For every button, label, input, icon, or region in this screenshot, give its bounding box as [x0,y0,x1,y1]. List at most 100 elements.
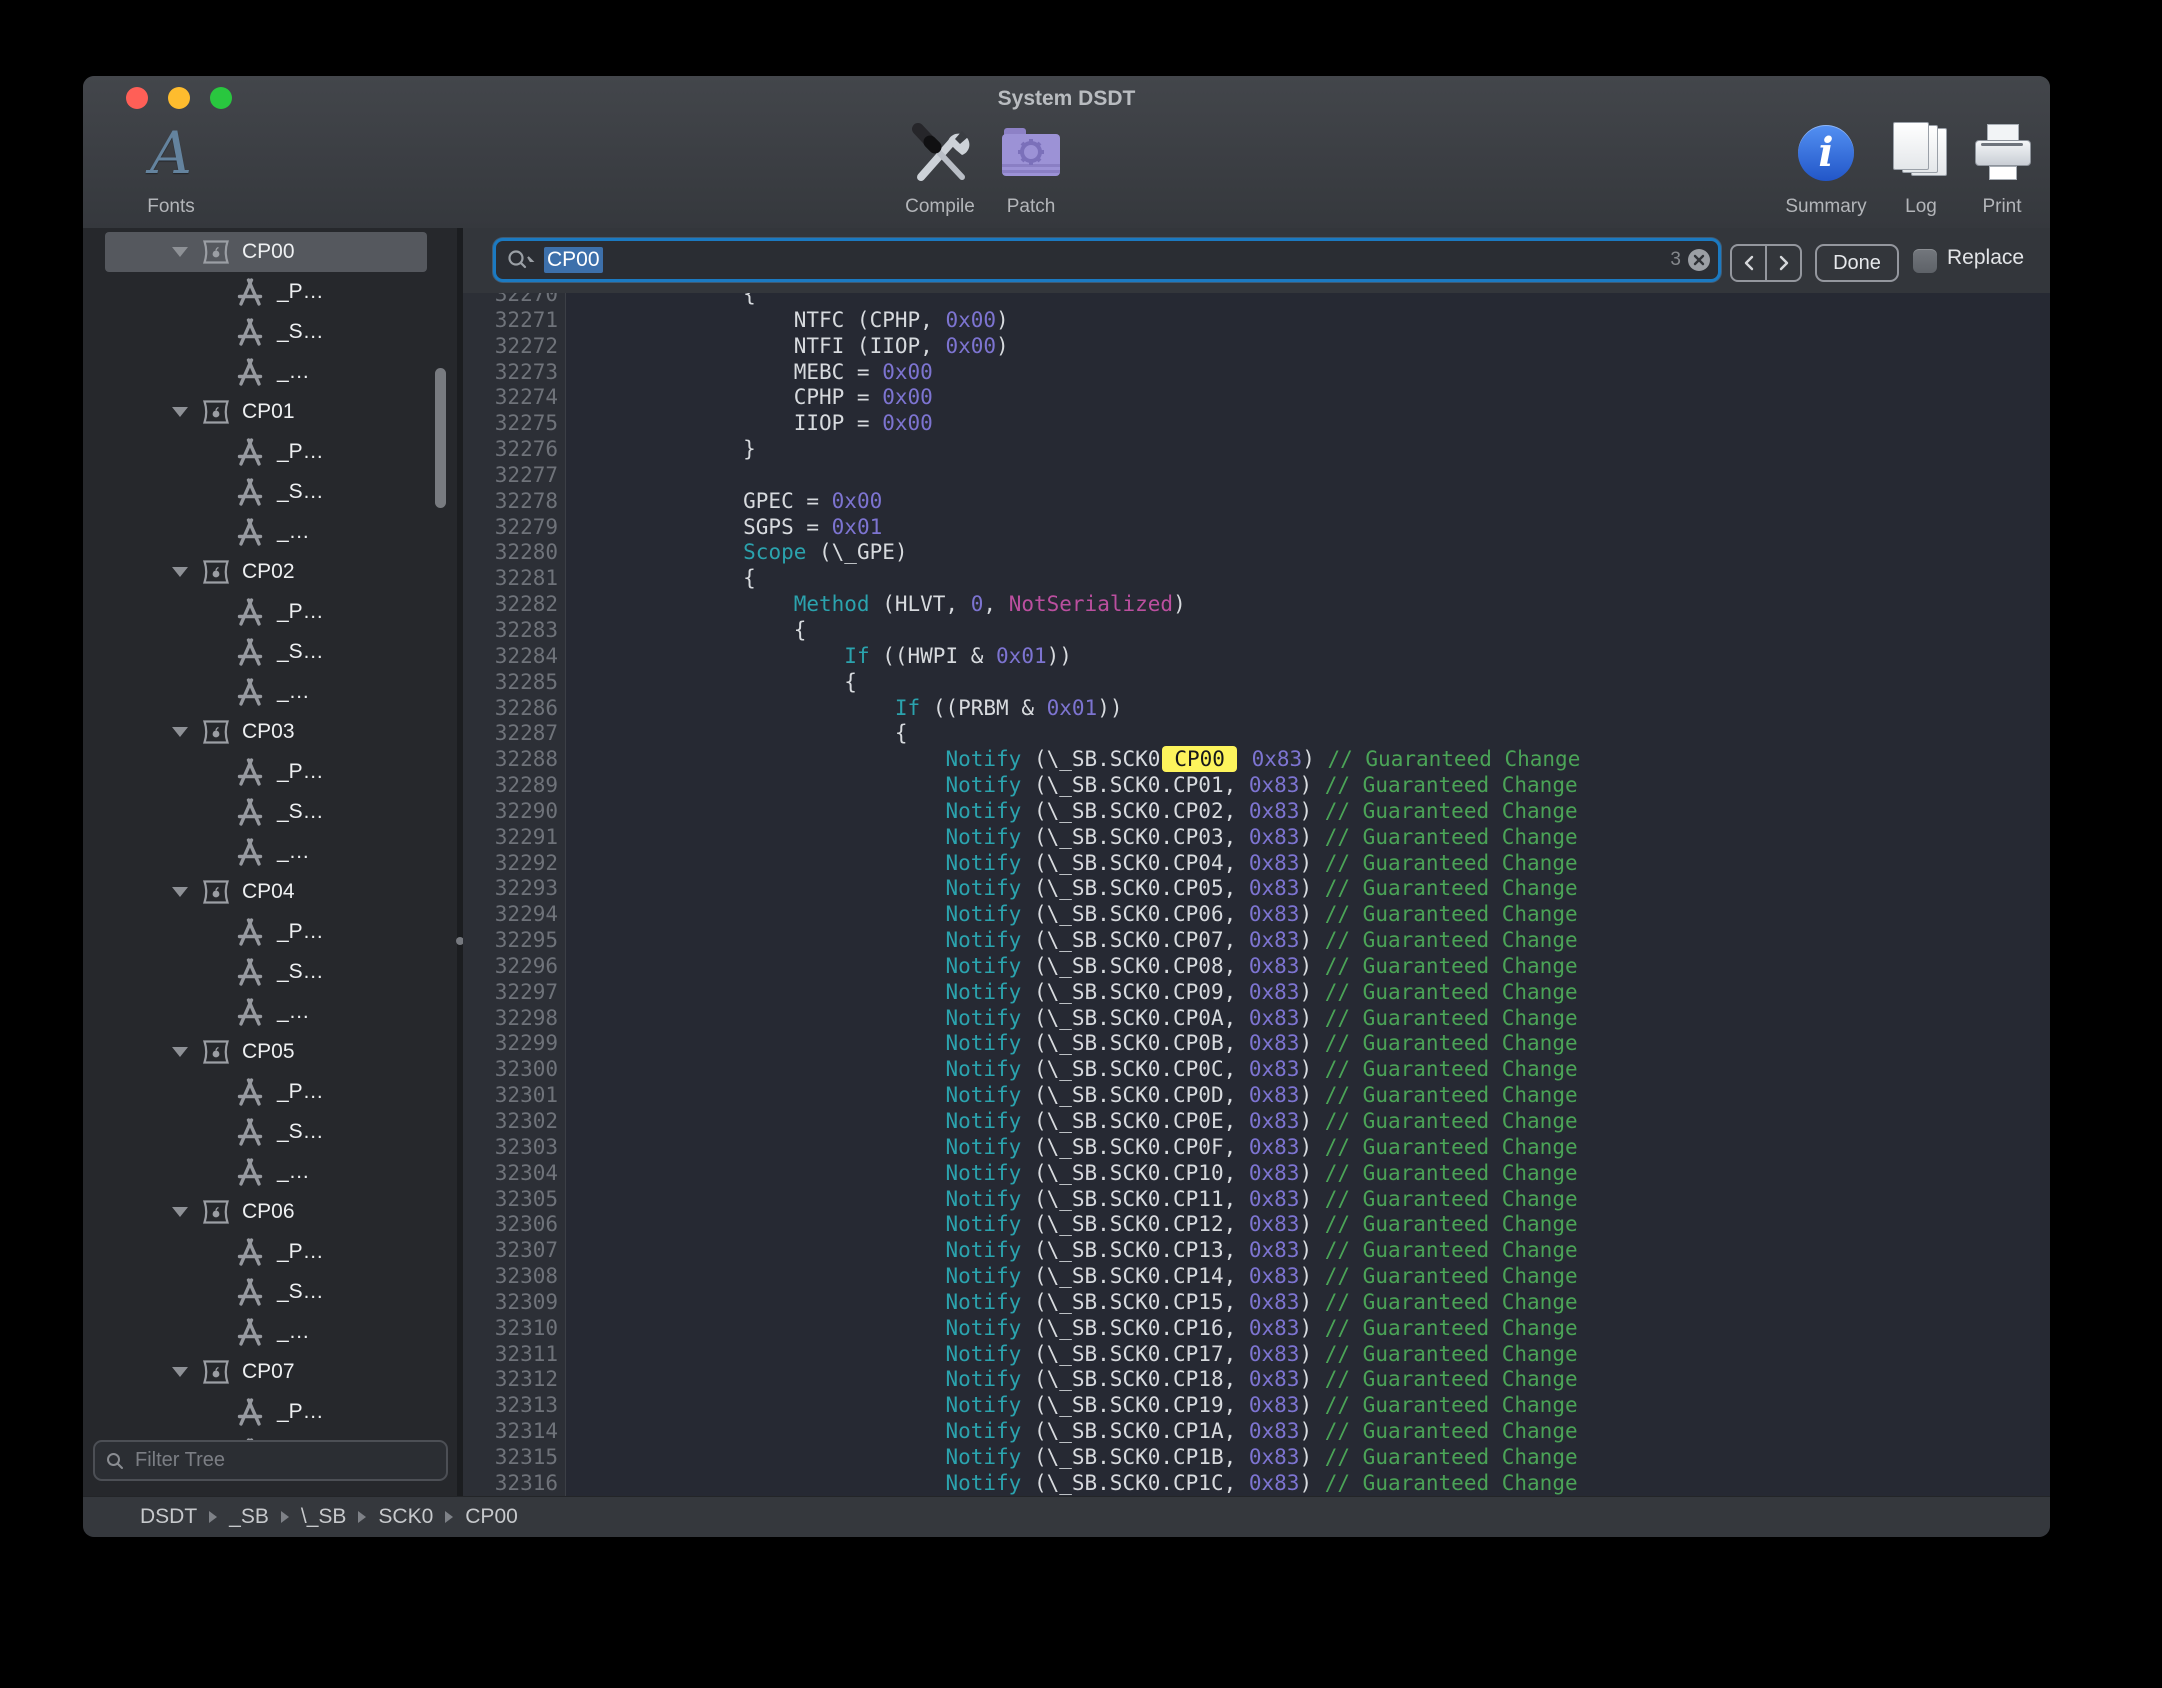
code-text: Notify (\_SB.SCK0.CP07, 0x83) // Guarant… [566,928,1578,954]
code-line: 32309 Notify (\_SB.SCK0.CP15, 0x83) // G… [463,1290,2050,1316]
find-query-text: CP00 [544,247,603,273]
disclosure-triangle-icon[interactable] [172,247,188,257]
breadcrumb-item[interactable]: _SB [229,1505,269,1529]
match-count: 3 [1670,249,1681,271]
device-icon [202,399,230,425]
sidebar-item-cp02[interactable]: CP02 [83,552,457,592]
sidebar-child-item[interactable]: _P… [83,1392,457,1432]
sidebar-child-item[interactable]: _… [83,352,457,392]
sidebar-child-item[interactable]: _P… [83,432,457,472]
disclosure-triangle-icon[interactable] [172,1047,188,1057]
line-number: 32283 [463,618,566,644]
line-number: 32275 [463,411,566,437]
device-icon [202,239,230,265]
disclosure-triangle-icon[interactable] [172,407,188,417]
line-number: 32316 [463,1471,566,1497]
code-editor[interactable]: 32270 {32271 NTFC (CPHP, 0x00)32272 NTFI… [463,293,2050,1497]
code-line: 32300 Notify (\_SB.SCK0.CP0C, 0x83) // G… [463,1057,2050,1083]
breadcrumb-item[interactable]: CP00 [465,1505,518,1529]
patch-button[interactable]: Patch [966,116,1096,218]
find-input[interactable]: CP00 3 [493,238,1721,282]
sidebar-item-label: _… [277,1160,310,1184]
sidebar-item-label: _S… [277,320,324,344]
code-text: Notify (\_SB.SCK0.CP17, 0x83) // Guarant… [566,1342,1578,1368]
sidebar-child-item[interactable]: _P… [83,1232,457,1272]
sidebar-child-item[interactable]: _S… [83,1112,457,1152]
line-number: 32277 [463,463,566,489]
code-text: Notify (\_SB.SCK0.CP05, 0x83) // Guarant… [566,876,1578,902]
sidebar-item-cp03[interactable]: CP03 [83,712,457,752]
fonts-icon: A [150,121,192,185]
code-line: 32298 Notify (\_SB.SCK0.CP0A, 0x83) // G… [463,1006,2050,1032]
code-line: 32294 Notify (\_SB.SCK0.CP06, 0x83) // G… [463,902,2050,928]
code-line: 32306 Notify (\_SB.SCK0.CP12, 0x83) // G… [463,1212,2050,1238]
sidebar-child-item[interactable]: _S… [83,472,457,512]
sidebar-item-cp07[interactable]: CP07 [83,1352,457,1392]
sidebar-child-item[interactable]: _S… [83,1272,457,1312]
sidebar-child-item[interactable]: _… [83,992,457,1032]
sidebar-item-label: _P… [277,1240,324,1264]
sidebar-child-item[interactable]: _P… [83,272,457,312]
find-previous-button[interactable] [1732,246,1767,280]
print-button[interactable]: Print [1937,116,2050,218]
sidebar-child-item[interactable]: _… [83,512,457,552]
disclosure-triangle-icon[interactable] [172,1207,188,1217]
code-text: Notify (\_SB.SCK0.CP15, 0x83) // Guarant… [566,1290,1578,1316]
line-number: 32295 [463,928,566,954]
disclosure-triangle-icon[interactable] [172,567,188,577]
sidebar-child-item[interactable]: _P… [83,1072,457,1112]
sidebar-child-item[interactable]: _S… [83,632,457,672]
replace-checkbox[interactable] [1913,249,1937,273]
clear-search-icon[interactable] [1688,249,1710,271]
status-bar: DSDT _SB \_SB SCK0 CP00 [83,1496,2050,1537]
disclosure-triangle-icon[interactable] [172,887,188,897]
code-line: 32307 Notify (\_SB.SCK0.CP13, 0x83) // G… [463,1238,2050,1264]
line-number: 32282 [463,592,566,618]
sidebar-child-item[interactable]: _S… [83,952,457,992]
sidebar-child-item[interactable]: _… [83,1152,457,1192]
done-button[interactable]: Done [1815,244,1899,282]
line-number: 32315 [463,1445,566,1471]
sidebar-item-cp04[interactable]: CP04 [83,872,457,912]
method-icon [235,678,265,706]
line-number: 32313 [463,1393,566,1419]
search-menu-icon[interactable] [506,249,538,271]
code-text: Notify (\_SB.SCK0.CP03, 0x83) // Guarant… [566,825,1578,851]
sidebar-item-cp05[interactable]: CP05 [83,1032,457,1072]
code-text: } [566,437,756,463]
sidebar-child-item[interactable]: _… [83,672,457,712]
filter-tree-input[interactable]: Filter Tree [93,1440,448,1481]
code-text: Notify (\_SB.SCK0.CP09, 0x83) // Guarant… [566,980,1578,1006]
sidebar-item-cp01[interactable]: CP01 [83,392,457,432]
sidebar-scrollbar[interactable] [435,368,446,508]
fonts-button[interactable]: A Fonts [106,116,236,218]
sidebar-item-cp00[interactable]: CP00 [83,232,457,272]
device-icon [202,879,230,905]
breadcrumb-separator-icon [445,1511,453,1523]
sidebar-child-item[interactable]: _S… [83,312,457,352]
sidebar-child-item[interactable]: _S… [83,792,457,832]
code-line: 32295 Notify (\_SB.SCK0.CP07, 0x83) // G… [463,928,2050,954]
replace-label: Replace [1947,246,2024,270]
line-number: 32304 [463,1161,566,1187]
method-icon [235,358,265,386]
sidebar-child-item[interactable]: _… [83,832,457,872]
line-number: 32312 [463,1367,566,1393]
sidebar-item-cp06[interactable]: CP06 [83,1192,457,1232]
sidebar-item-label: _… [277,840,310,864]
sidebar-child-item[interactable]: _P… [83,592,457,632]
disclosure-triangle-icon[interactable] [172,727,188,737]
breadcrumb-item[interactable]: DSDT [140,1505,197,1529]
search-icon [105,1451,125,1471]
device-icon [202,1039,230,1065]
breadcrumb-item[interactable]: \_SB [301,1505,347,1529]
find-next-button[interactable] [1767,246,1800,280]
disclosure-triangle-icon[interactable] [172,1367,188,1377]
breadcrumb-item[interactable]: SCK0 [378,1505,433,1529]
code-line: 32301 Notify (\_SB.SCK0.CP0D, 0x83) // G… [463,1083,2050,1109]
code-line: 32314 Notify (\_SB.SCK0.CP1A, 0x83) // G… [463,1419,2050,1445]
sidebar-child-item[interactable]: _… [83,1312,457,1352]
sidebar-child-item[interactable]: _P… [83,912,457,952]
sidebar-child-item[interactable]: _P… [83,752,457,792]
code-text: Notify (\_SB.SCK0.CP06, 0x83) // Guarant… [566,902,1578,928]
